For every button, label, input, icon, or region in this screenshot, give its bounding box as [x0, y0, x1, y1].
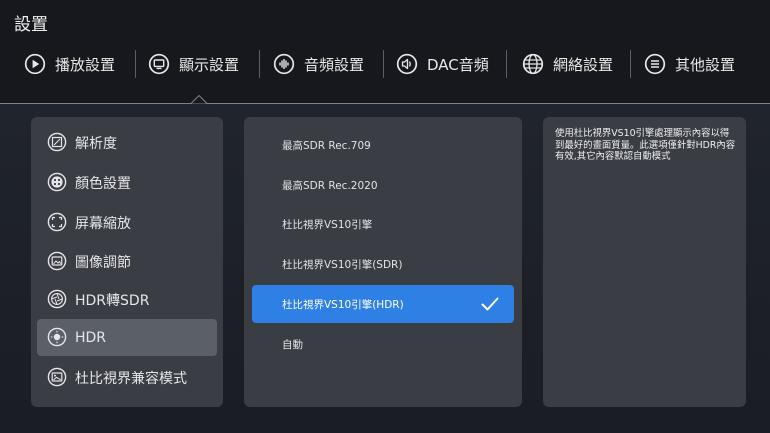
- speaker-icon: [396, 53, 418, 75]
- options-panel: 最高SDR Rec.709 最高SDR Rec.2020 杜比視界VS10引擎 …: [244, 117, 522, 407]
- hdr-icon: [47, 327, 67, 347]
- tab-bar: 播放設置 顯示設置 音頻設置 DAC音頻 網絡設置 其他設置: [0, 46, 770, 86]
- tab-audio-settings[interactable]: 音頻設置: [273, 46, 364, 82]
- tab-network-settings[interactable]: 網絡設置: [522, 46, 613, 82]
- tab-separator: [506, 50, 507, 78]
- play-circle-icon: [24, 53, 46, 75]
- option-item[interactable]: 自動: [252, 325, 514, 363]
- menu-item-hdr-to-sdr[interactable]: HDR轉SDR: [37, 281, 217, 318]
- page-title: 設置: [14, 15, 48, 35]
- monitor-icon: [148, 53, 170, 75]
- option-label: 最高SDR Rec.2020: [282, 179, 378, 192]
- tab-label: DAC音頻: [427, 55, 489, 74]
- tab-display-settings[interactable]: 顯示設置: [148, 46, 239, 82]
- tab-dac-audio[interactable]: DAC音頻: [396, 46, 489, 82]
- left-menu-panel: 解析度 顏色設置 屏幕縮放 圖像調節 HDR轉SDR HDR 杜比視界兼容模式: [31, 117, 223, 407]
- menu-item-label: 顏色設置: [75, 175, 131, 192]
- description-panel: 使用杜比視界VS10引擎處理顯示內容以得到最好的畫面質量。此選項僅針對HDR內容…: [543, 117, 746, 407]
- option-label: 杜比視界VS10引擎: [282, 218, 373, 231]
- option-item[interactable]: 最高SDR Rec.2020: [252, 166, 514, 204]
- tab-other-settings[interactable]: 其他設置: [644, 46, 735, 82]
- option-item-selected[interactable]: 杜比視界VS10引擎(HDR): [252, 285, 514, 323]
- menu-item-label: 解析度: [75, 135, 117, 152]
- option-label: 最高SDR Rec.709: [282, 139, 371, 152]
- image-adjust-icon: [47, 251, 67, 271]
- menu-item-color-settings[interactable]: 顏色設置: [37, 164, 217, 201]
- menu-item-label: HDR: [75, 329, 107, 346]
- palette-icon: [47, 172, 67, 192]
- tab-label: 音頻設置: [304, 55, 365, 74]
- menu-item-resolution[interactable]: 解析度: [37, 124, 217, 161]
- menu-circle-icon: [644, 53, 666, 75]
- tab-label: 網絡設置: [553, 55, 614, 74]
- expand-icon: [47, 212, 67, 232]
- tab-separator: [135, 50, 136, 78]
- menu-item-dolby-vision-compat[interactable]: 杜比視界兼容模式: [37, 359, 217, 396]
- tab-label: 播放設置: [55, 55, 116, 74]
- description-text: 使用杜比視界VS10引擎處理顯示內容以得到最好的畫面質量。此選項僅針對HDR內容…: [555, 128, 736, 163]
- menu-item-label: 圖像調節: [75, 254, 131, 271]
- menu-item-hdr[interactable]: HDR: [37, 319, 217, 356]
- option-item[interactable]: 杜比視界VS10引擎(SDR): [252, 245, 514, 283]
- menu-item-image-adjust[interactable]: 圖像調節: [37, 243, 217, 280]
- tab-label: 顯示設置: [179, 55, 240, 74]
- tab-playback-settings[interactable]: 播放設置: [24, 46, 115, 82]
- tab-separator: [383, 50, 384, 78]
- picture-icon: [47, 367, 67, 387]
- option-label: 杜比視界VS10引擎(SDR): [282, 258, 403, 271]
- option-item[interactable]: 杜比視界VS10引擎: [252, 205, 514, 243]
- tab-label: 其他設置: [675, 55, 736, 74]
- aperture-icon: [47, 289, 67, 309]
- globe-icon: [522, 53, 544, 75]
- option-item[interactable]: 最高SDR Rec.709: [252, 126, 514, 164]
- menu-item-label: 杜比視界兼容模式: [75, 370, 187, 387]
- menu-item-label: 屏幕縮放: [75, 215, 131, 232]
- checkmark-icon: [481, 297, 499, 311]
- option-label: 自動: [282, 338, 303, 351]
- menu-item-label: HDR轉SDR: [75, 292, 150, 309]
- tab-separator: [630, 50, 631, 78]
- resolution-icon: [47, 132, 67, 152]
- option-label: 杜比視界VS10引擎(HDR): [282, 298, 404, 311]
- tab-separator: [259, 50, 260, 78]
- active-tab-caret: [191, 95, 207, 104]
- header-divider: [0, 103, 770, 104]
- equalizer-icon: [273, 53, 295, 75]
- menu-item-screen-zoom[interactable]: 屏幕縮放: [37, 204, 217, 241]
